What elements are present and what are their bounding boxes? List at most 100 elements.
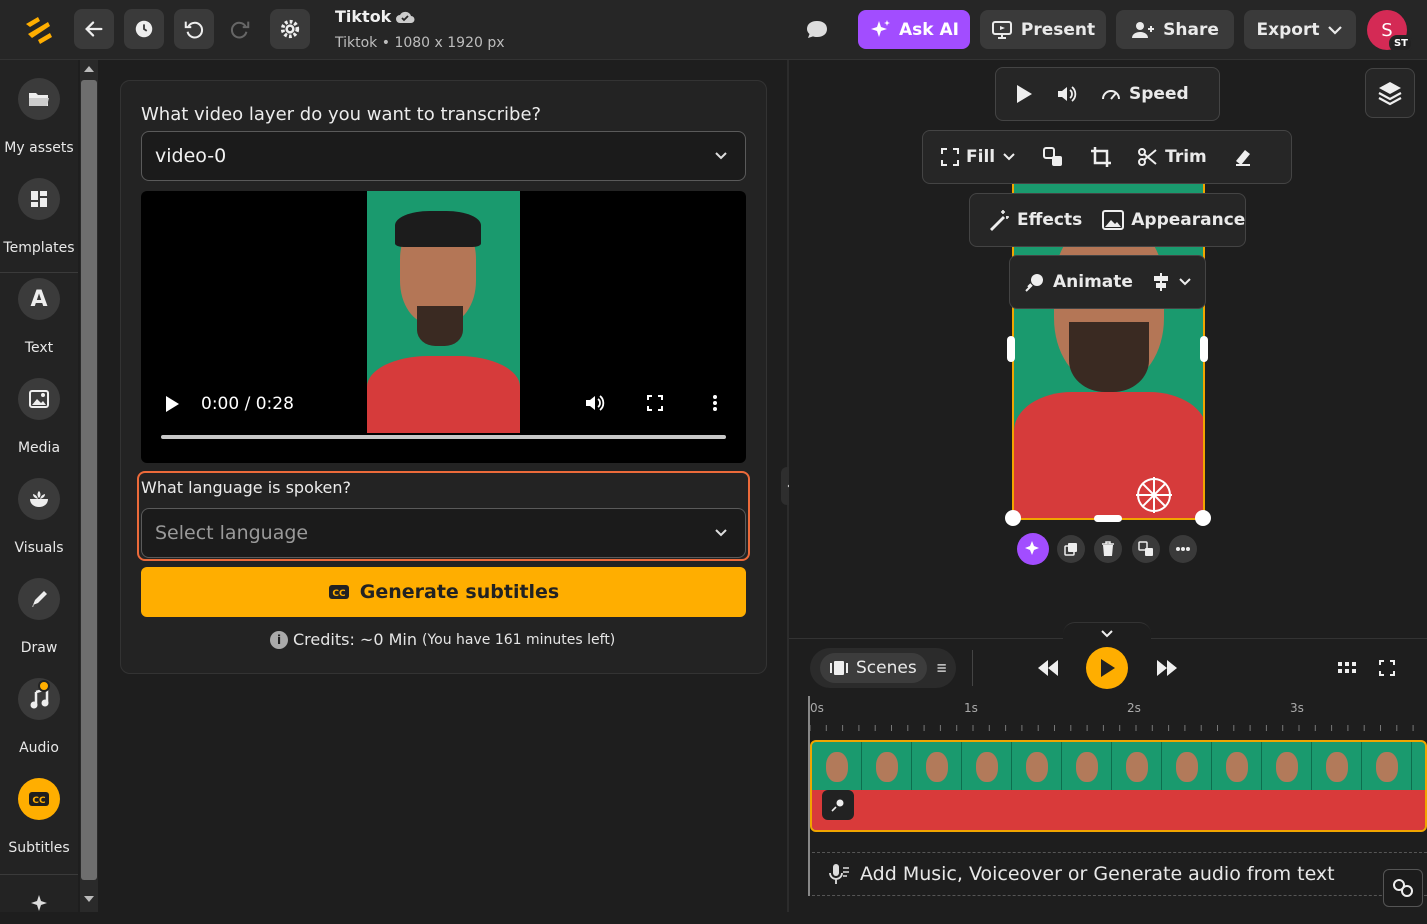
ruler-ticks bbox=[809, 725, 1414, 731]
timeline-toggle[interactable] bbox=[1063, 622, 1151, 644]
clip-frame bbox=[1112, 742, 1162, 830]
ai-magic-button[interactable] bbox=[1017, 533, 1049, 565]
eraser-icon[interactable] bbox=[1233, 147, 1253, 167]
ruler-label: 3s bbox=[1290, 701, 1304, 715]
sidebar-item-label: Subtitles bbox=[8, 840, 70, 856]
crop-icon[interactable] bbox=[1090, 146, 1112, 168]
timeline-ruler[interactable]: 0s 1s 2s 3s bbox=[808, 696, 1427, 736]
clip-frame bbox=[912, 742, 962, 830]
align-button[interactable] bbox=[1151, 272, 1192, 292]
sidebar-item-label: Visuals bbox=[14, 540, 64, 556]
play-icon[interactable] bbox=[1014, 83, 1034, 105]
video-progress-bar[interactable] bbox=[161, 435, 726, 439]
ruler-label: 0s bbox=[810, 701, 824, 715]
volume-icon[interactable] bbox=[1056, 84, 1078, 104]
sidebar-item-my-assets[interactable]: My assets bbox=[0, 60, 78, 160]
layer-toolbar: Fill Trim bbox=[922, 130, 1292, 184]
add-audio-track[interactable]: Add Music, Voiceover or Generate audio f… bbox=[812, 852, 1427, 896]
language-question: What language is spoken? bbox=[141, 478, 352, 497]
svg-text:CC: CC bbox=[332, 589, 346, 599]
shirt-logo-graphic bbox=[1136, 477, 1172, 513]
sidebar-scrollbar[interactable] bbox=[80, 60, 98, 912]
audio-notification-dot bbox=[38, 680, 50, 692]
document-title[interactable]: Tiktok bbox=[335, 7, 391, 26]
scroll-up-icon[interactable] bbox=[84, 66, 94, 72]
present-label: Present bbox=[1020, 19, 1096, 40]
video-track-clip[interactable] bbox=[810, 740, 1427, 832]
sidebar-item-text[interactable]: A Text bbox=[0, 260, 78, 360]
scenes-view-button[interactable]: Scenes bbox=[820, 653, 927, 683]
sparkle-icon bbox=[871, 19, 890, 37]
gear-icon bbox=[280, 19, 300, 39]
replace-button[interactable] bbox=[1132, 535, 1160, 563]
video-layer-select[interactable]: video-0 bbox=[141, 131, 746, 181]
scroll-down-icon[interactable] bbox=[84, 896, 94, 902]
video-layer-value: video-0 bbox=[155, 145, 227, 167]
user-avatar[interactable]: S ST bbox=[1367, 10, 1413, 52]
delete-button[interactable] bbox=[1094, 535, 1122, 563]
share-button[interactable]: Share bbox=[1116, 10, 1234, 49]
trash-icon bbox=[1102, 541, 1114, 556]
more-vertical-icon[interactable] bbox=[711, 394, 719, 412]
sidebar-item-subtitles[interactable]: CC Subtitles bbox=[0, 760, 78, 860]
sidebar-item-draw[interactable]: Draw bbox=[0, 560, 78, 660]
more-options-button[interactable] bbox=[1169, 535, 1197, 563]
sidebar-item-templates[interactable]: Templates bbox=[0, 160, 78, 260]
appearance-button[interactable]: Appearance bbox=[1102, 210, 1245, 230]
monitor-icon bbox=[991, 20, 1012, 39]
present-button[interactable]: Present bbox=[980, 10, 1106, 49]
video-player[interactable]: 0:00 / 0:28 bbox=[141, 191, 746, 463]
list-icon[interactable] bbox=[937, 660, 946, 676]
clip-animate-badge[interactable] bbox=[822, 790, 854, 820]
link-button[interactable] bbox=[1383, 869, 1423, 907]
settings-button[interactable] bbox=[270, 9, 310, 49]
play-icon bbox=[1101, 659, 1115, 677]
layers-button[interactable] bbox=[1365, 68, 1415, 118]
info-icon[interactable]: i bbox=[270, 630, 288, 649]
fullscreen-icon[interactable] bbox=[1379, 660, 1395, 676]
sidebar-item-visuals[interactable]: Visuals bbox=[0, 460, 78, 560]
resize-handle[interactable] bbox=[1195, 510, 1211, 526]
fill-button[interactable]: Fill bbox=[941, 147, 1016, 167]
sidebar-item-audio[interactable]: Audio bbox=[0, 660, 78, 760]
fullscreen-icon[interactable] bbox=[647, 395, 663, 411]
scrollbar-thumb[interactable] bbox=[81, 80, 97, 880]
resize-handle[interactable] bbox=[1005, 510, 1021, 526]
history-button[interactable] bbox=[124, 9, 164, 49]
resize-handle[interactable] bbox=[1007, 336, 1015, 362]
sidebar-divider bbox=[0, 874, 78, 875]
credits-text: Credits: ~0 Min bbox=[293, 630, 417, 649]
play-icon[interactable] bbox=[163, 394, 181, 414]
timeline-play-button[interactable] bbox=[1086, 647, 1128, 689]
volume-icon[interactable] bbox=[584, 393, 606, 413]
chevron-down-icon bbox=[715, 152, 727, 160]
export-button[interactable]: Export bbox=[1244, 10, 1356, 49]
back-button[interactable] bbox=[74, 9, 114, 49]
duplicate-button[interactable] bbox=[1057, 535, 1085, 563]
generate-subtitles-label: Generate subtitles bbox=[359, 581, 560, 603]
trim-button[interactable]: Trim bbox=[1138, 147, 1207, 167]
comment-icon[interactable] bbox=[804, 18, 830, 42]
app-logo-icon[interactable] bbox=[22, 14, 56, 46]
resize-handle[interactable] bbox=[1200, 336, 1208, 362]
more-tools-sparkle-icon[interactable] bbox=[18, 882, 60, 924]
speed-button[interactable]: Speed bbox=[1100, 84, 1189, 104]
language-select[interactable]: Select language bbox=[141, 508, 746, 558]
sidebar-item-media[interactable]: Media bbox=[0, 360, 78, 460]
animate-button[interactable]: Animate bbox=[1024, 271, 1133, 293]
grid-view-icon[interactable] bbox=[1338, 661, 1356, 675]
expand-icon bbox=[941, 148, 959, 166]
cc-icon: CC bbox=[18, 778, 60, 820]
effects-button[interactable]: Effects bbox=[988, 209, 1082, 231]
undo-button[interactable] bbox=[174, 9, 214, 49]
duplicate-icon bbox=[1064, 543, 1077, 556]
resize-handle[interactable] bbox=[1094, 515, 1122, 522]
ask-ai-button[interactable]: Ask AI bbox=[858, 10, 970, 49]
redo-button[interactable] bbox=[220, 9, 260, 49]
rewind-icon[interactable] bbox=[1036, 659, 1060, 677]
replace-icon[interactable] bbox=[1042, 146, 1064, 168]
generate-subtitles-button[interactable]: CC Generate subtitles bbox=[141, 567, 746, 617]
clip-frame bbox=[862, 742, 912, 830]
fast-forward-icon[interactable] bbox=[1155, 659, 1179, 677]
speed-label: Speed bbox=[1129, 84, 1189, 104]
